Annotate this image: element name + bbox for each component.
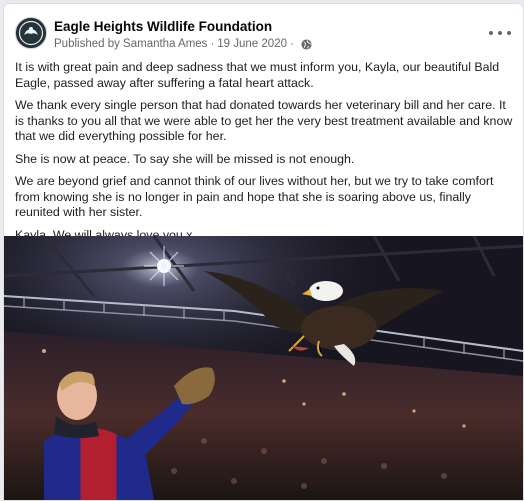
more-dot-icon [489,31,493,35]
meta-separator-2: · [289,38,294,50]
post-paragraph: She is now at peace. To say she will be … [15,151,355,166]
post-text: It is with great pain and deep sadness t… [15,60,513,250]
facebook-post: Eagle Heights Wildlife Foundation Publis… [3,3,524,501]
post-paragraph: We thank every single person that had do… [15,98,513,143]
page-name-link[interactable]: Eagle Heights Wildlife Foundation [54,19,272,34]
more-dot-icon [507,31,511,35]
eagle-logo-icon [17,19,45,47]
more-options-icon[interactable] [489,26,511,40]
post-meta: Published by Samantha Ames · 19 June 202… [54,38,312,50]
post-photo[interactable] [4,236,523,500]
page-avatar[interactable] [15,17,47,49]
meta-separator: · [210,38,215,50]
more-dot-icon [498,31,502,35]
stadium-eagle-photo [4,236,523,500]
published-by-text[interactable]: Published by Samantha Ames [54,38,207,50]
post-header: Eagle Heights Wildlife Foundation Publis… [4,4,523,56]
globe-icon[interactable] [301,38,312,50]
post-date-link[interactable]: 19 June 2020 [217,38,287,50]
post-paragraph: We are beyond grief and cannot think of … [15,174,494,219]
post-paragraph: It is with great pain and deep sadness t… [15,60,500,90]
